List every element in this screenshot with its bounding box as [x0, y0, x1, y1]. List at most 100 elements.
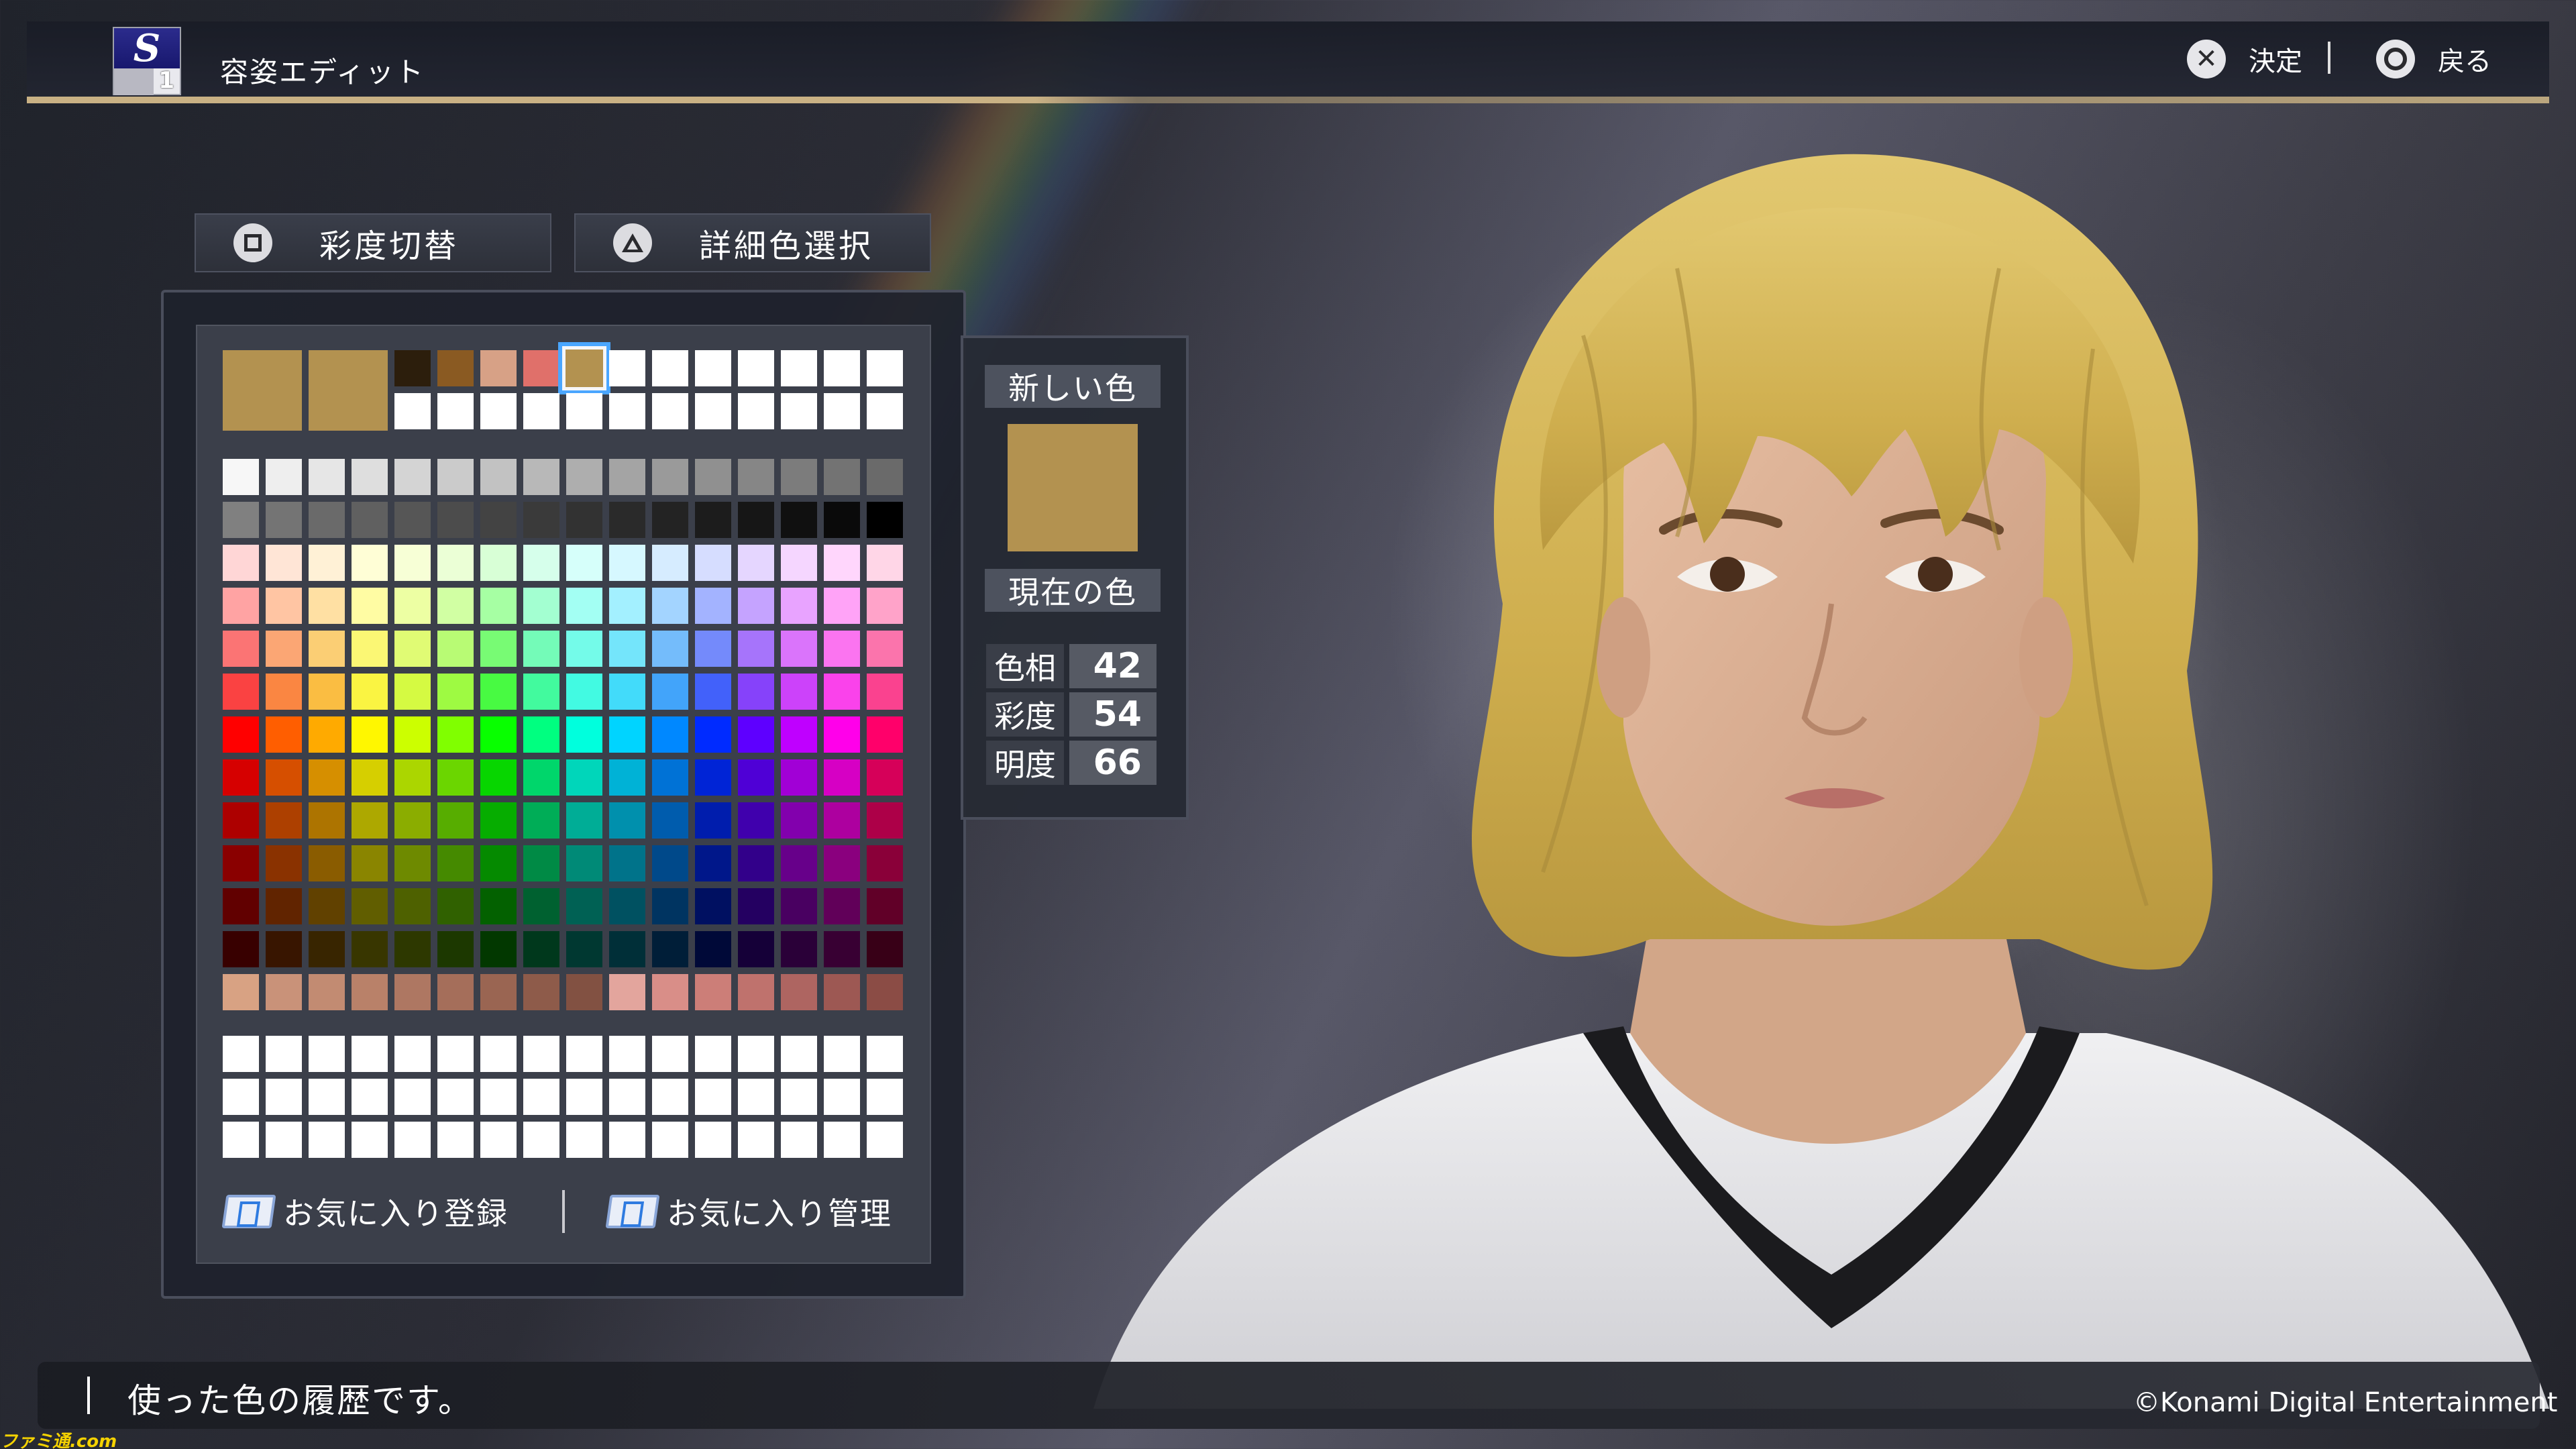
spectrum-swatch[interactable]: [824, 845, 860, 881]
skin-tone-swatch[interactable]: [695, 974, 731, 1010]
spectrum-swatch[interactable]: [738, 759, 774, 796]
spectrum-swatch[interactable]: [223, 759, 259, 796]
skin-tone-swatch[interactable]: [480, 974, 517, 1010]
gray-swatch[interactable]: [695, 502, 731, 538]
spectrum-swatch[interactable]: [609, 759, 645, 796]
spectrum-swatch[interactable]: [609, 845, 645, 881]
favorite-swatch[interactable]: [867, 1036, 903, 1072]
gray-swatch[interactable]: [867, 459, 903, 495]
spectrum-swatch[interactable]: [309, 931, 345, 967]
spectrum-swatch[interactable]: [352, 759, 388, 796]
history-swatch[interactable]: [652, 393, 688, 429]
favorite-swatch[interactable]: [824, 1036, 860, 1072]
favorite-swatch[interactable]: [566, 1036, 602, 1072]
favorite-swatch[interactable]: [609, 1122, 645, 1158]
skin-tone-swatch[interactable]: [266, 974, 302, 1010]
spectrum-swatch[interactable]: [480, 888, 517, 924]
gray-swatch[interactable]: [652, 459, 688, 495]
spectrum-swatch[interactable]: [566, 888, 602, 924]
spectrum-swatch[interactable]: [266, 759, 302, 796]
favorite-swatch[interactable]: [738, 1122, 774, 1158]
spectrum-swatch[interactable]: [781, 759, 817, 796]
spectrum-swatch[interactable]: [394, 716, 431, 753]
gray-swatch[interactable]: [824, 459, 860, 495]
spectrum-swatch[interactable]: [223, 802, 259, 839]
spectrum-swatch[interactable]: [352, 674, 388, 710]
spectrum-swatch[interactable]: [223, 588, 259, 624]
spectrum-swatch[interactable]: [437, 888, 474, 924]
history-swatch[interactable]: [480, 350, 517, 386]
spectrum-swatch[interactable]: [566, 631, 602, 667]
spectrum-swatch[interactable]: [309, 674, 345, 710]
spectrum-swatch[interactable]: [566, 931, 602, 967]
spectrum-swatch[interactable]: [781, 845, 817, 881]
spectrum-swatch[interactable]: [824, 545, 860, 581]
gray-swatch[interactable]: [352, 459, 388, 495]
favorite-swatch[interactable]: [695, 1036, 731, 1072]
spectrum-swatch[interactable]: [566, 716, 602, 753]
favorite-swatch[interactable]: [352, 1079, 388, 1115]
spectrum-swatch[interactable]: [738, 631, 774, 667]
spectrum-swatch[interactable]: [781, 931, 817, 967]
spectrum-swatch[interactable]: [824, 716, 860, 753]
spectrum-swatch[interactable]: [223, 674, 259, 710]
spectrum-swatch[interactable]: [695, 545, 731, 581]
spectrum-swatch[interactable]: [266, 674, 302, 710]
spectrum-swatch[interactable]: [566, 759, 602, 796]
spectrum-swatch[interactable]: [824, 802, 860, 839]
gray-swatch[interactable]: [266, 459, 302, 495]
spectrum-swatch[interactable]: [566, 588, 602, 624]
spectrum-swatch[interactable]: [480, 674, 517, 710]
spectrum-swatch[interactable]: [523, 759, 559, 796]
favorite-swatch[interactable]: [480, 1079, 517, 1115]
spectrum-swatch[interactable]: [352, 802, 388, 839]
favorite-swatch[interactable]: [652, 1036, 688, 1072]
spectrum-swatch[interactable]: [352, 631, 388, 667]
favorite-swatch[interactable]: [566, 1079, 602, 1115]
spectrum-swatch[interactable]: [394, 845, 431, 881]
history-swatch[interactable]: [523, 393, 559, 429]
favorite-swatch[interactable]: [523, 1036, 559, 1072]
spectrum-swatch[interactable]: [652, 716, 688, 753]
favorite-swatch[interactable]: [566, 1122, 602, 1158]
skin-tone-swatch[interactable]: [523, 974, 559, 1010]
history-swatch[interactable]: [437, 350, 474, 386]
spectrum-swatch[interactable]: [609, 802, 645, 839]
spectrum-swatch[interactable]: [738, 931, 774, 967]
spectrum-swatch[interactable]: [781, 888, 817, 924]
spectrum-swatch[interactable]: [480, 759, 517, 796]
spectrum-swatch[interactable]: [437, 845, 474, 881]
spectrum-swatch[interactable]: [609, 931, 645, 967]
spectrum-swatch[interactable]: [566, 845, 602, 881]
spectrum-swatch[interactable]: [266, 588, 302, 624]
favorite-swatch[interactable]: [223, 1036, 259, 1072]
spectrum-swatch[interactable]: [867, 588, 903, 624]
skin-tone-swatch[interactable]: [566, 974, 602, 1010]
favorite-swatch[interactable]: [867, 1122, 903, 1158]
spectrum-swatch[interactable]: [223, 845, 259, 881]
spectrum-swatch[interactable]: [394, 888, 431, 924]
spectrum-swatch[interactable]: [738, 588, 774, 624]
gray-swatch[interactable]: [566, 459, 602, 495]
spectrum-swatch[interactable]: [309, 545, 345, 581]
history-swatch[interactable]: [609, 393, 645, 429]
spectrum-swatch[interactable]: [609, 716, 645, 753]
spectrum-swatch[interactable]: [223, 931, 259, 967]
spectrum-swatch[interactable]: [352, 845, 388, 881]
skin-tone-swatch[interactable]: [781, 974, 817, 1010]
spectrum-swatch[interactable]: [437, 759, 474, 796]
spectrum-swatch[interactable]: [352, 931, 388, 967]
favorite-swatch[interactable]: [266, 1122, 302, 1158]
favorite-swatch[interactable]: [652, 1122, 688, 1158]
spectrum-swatch[interactable]: [480, 802, 517, 839]
spectrum-swatch[interactable]: [652, 845, 688, 881]
gray-swatch[interactable]: [352, 502, 388, 538]
skin-tone-swatch[interactable]: [223, 974, 259, 1010]
favorite-swatch[interactable]: [394, 1122, 431, 1158]
favorite-swatch[interactable]: [781, 1036, 817, 1072]
history-swatch[interactable]: [695, 350, 731, 386]
spectrum-swatch[interactable]: [652, 545, 688, 581]
favorite-swatch[interactable]: [437, 1079, 474, 1115]
gray-swatch[interactable]: [480, 459, 517, 495]
recent-color-large[interactable]: [223, 350, 302, 431]
